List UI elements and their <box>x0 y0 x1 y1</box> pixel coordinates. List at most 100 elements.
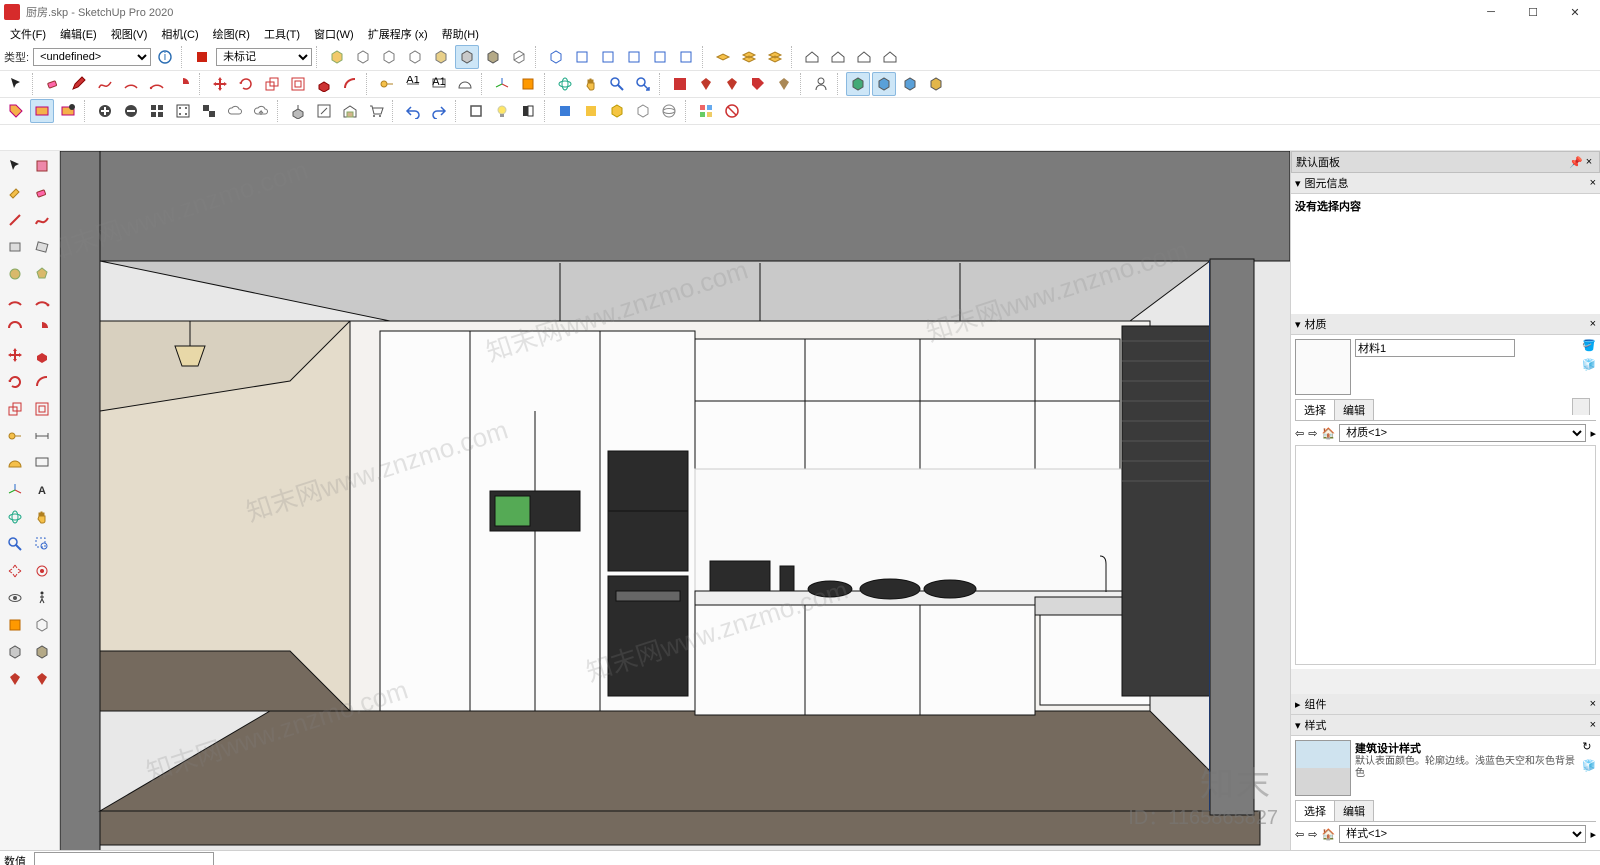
section-icon[interactable] <box>516 72 540 96</box>
box-3-icon[interactable] <box>377 45 401 69</box>
cancel-icon[interactable] <box>720 99 744 123</box>
lt-pushpull-icon[interactable] <box>29 342 55 368</box>
material-swatch[interactable] <box>1295 339 1351 395</box>
eraser-icon[interactable] <box>41 72 65 96</box>
lt-arc-icon[interactable] <box>2 288 28 314</box>
spray-icon[interactable]: 🪣 <box>1582 339 1596 352</box>
layer-1-icon[interactable] <box>711 45 735 69</box>
nav-home-icon[interactable]: 🏠 <box>1321 427 1335 440</box>
lt-boxsolid-icon[interactable] <box>2 639 28 665</box>
lt-tape-icon[interactable] <box>2 423 28 449</box>
style-lib-select[interactable]: 样式<1> <box>1339 825 1586 843</box>
nav-back-icon[interactable]: ⇦ <box>1295 427 1304 440</box>
pan-icon[interactable] <box>579 72 603 96</box>
zoom-extents-icon[interactable] <box>631 72 655 96</box>
arc2-icon[interactable] <box>145 72 169 96</box>
cloud-up-icon[interactable] <box>249 99 273 123</box>
cloud-icon[interactable] <box>223 99 247 123</box>
box-4-icon[interactable] <box>403 45 427 69</box>
sq-outline-icon[interactable] <box>464 99 488 123</box>
nav-fwd-icon[interactable]: ⇨ <box>1308 828 1317 841</box>
pencil-icon[interactable] <box>67 72 91 96</box>
tag-vis-icon[interactable] <box>30 99 54 123</box>
lt-axes-icon[interactable] <box>2 477 28 503</box>
lt-dim-icon[interactable] <box>29 423 55 449</box>
hex-icon[interactable] <box>605 99 629 123</box>
orbit-icon[interactable] <box>553 72 577 96</box>
checker-icon[interactable] <box>197 99 221 123</box>
pin-icon[interactable]: 📌 <box>1569 156 1583 169</box>
lt-look-icon[interactable] <box>2 585 28 611</box>
pattern-icon[interactable] <box>171 99 195 123</box>
dimension-icon[interactable]: A1 <box>401 72 425 96</box>
lt-line-icon[interactable] <box>2 207 28 233</box>
box-5-icon[interactable] <box>429 45 453 69</box>
info-icon[interactable]: i <box>153 45 177 69</box>
view-back-icon[interactable] <box>648 45 672 69</box>
arc-icon[interactable] <box>119 72 143 96</box>
lt-ruby2-icon[interactable] <box>29 666 55 692</box>
style-swatch[interactable] <box>1295 740 1351 796</box>
menu-edit[interactable]: 编辑(E) <box>54 24 103 44</box>
scale2-icon[interactable] <box>312 99 336 123</box>
select-tool-icon[interactable] <box>4 72 28 96</box>
lt-poly-icon[interactable] <box>29 261 55 287</box>
panel-close-icon[interactable]: × <box>1583 156 1595 168</box>
tag-manage-icon[interactable] <box>4 99 28 123</box>
lt-offset-icon[interactable] <box>29 396 55 422</box>
section-close-icon[interactable]: × <box>1590 177 1596 189</box>
style-refresh-icon[interactable]: ↻ <box>1582 740 1596 753</box>
menu-window[interactable]: 窗口(W) <box>308 24 360 44</box>
lt-arc2-icon[interactable] <box>29 288 55 314</box>
tape-icon[interactable] <box>375 72 399 96</box>
contrast-icon[interactable] <box>516 99 540 123</box>
plugin-tag-icon[interactable] <box>746 72 770 96</box>
lt-zoom-icon[interactable] <box>2 531 28 557</box>
lt-boxtex-icon[interactable] <box>29 639 55 665</box>
view-left-icon[interactable] <box>674 45 698 69</box>
lt-zoomwin-icon[interactable] <box>29 531 55 557</box>
lib-menu-icon[interactable]: ▸ <box>1590 828 1596 841</box>
sq-blue-icon[interactable] <box>553 99 577 123</box>
menu-camera[interactable]: 相机(C) <box>155 24 204 44</box>
lt-freehand-icon[interactable] <box>29 207 55 233</box>
box-1-icon[interactable] <box>325 45 349 69</box>
layer-3-icon[interactable] <box>763 45 787 69</box>
house-2-icon[interactable] <box>826 45 850 69</box>
pushpull-icon[interactable] <box>312 72 336 96</box>
material-name-input[interactable] <box>1355 339 1515 357</box>
box-8-icon[interactable] <box>507 45 531 69</box>
hex-outline-icon[interactable] <box>631 99 655 123</box>
lt-walk-icon[interactable] <box>29 585 55 611</box>
globe-icon[interactable] <box>657 99 681 123</box>
lt-orbit-icon[interactable] <box>2 504 28 530</box>
freehand-icon[interactable] <box>93 72 117 96</box>
rotate-icon[interactable] <box>234 72 258 96</box>
lt-boxline-icon[interactable] <box>29 612 55 638</box>
lt-arc3-icon[interactable] <box>2 315 28 341</box>
view-iso-icon[interactable] <box>544 45 568 69</box>
lt-section-icon[interactable] <box>2 612 28 638</box>
box-7-icon[interactable] <box>481 45 505 69</box>
tab-edit[interactable]: 编辑 <box>1334 399 1374 420</box>
plugin-gem2-icon[interactable] <box>720 72 744 96</box>
menu-tools[interactable]: 工具(T) <box>258 24 306 44</box>
components-header[interactable]: ▸ 组件 × <box>1291 694 1600 715</box>
value-input[interactable] <box>34 852 214 865</box>
lt-eraser-icon[interactable] <box>29 180 55 206</box>
minimize-button[interactable]: ─ <box>1470 0 1512 24</box>
viewport[interactable]: 总效图 <box>60 151 1290 850</box>
section-close-icon[interactable]: × <box>1590 318 1596 330</box>
menu-file[interactable]: 文件(F) <box>4 24 52 44</box>
material-lib-select[interactable]: 材质<1> <box>1339 424 1586 442</box>
lib-menu-icon[interactable]: ▸ <box>1590 427 1596 440</box>
lt-pie-icon[interactable] <box>29 315 55 341</box>
grid-icon[interactable] <box>145 99 169 123</box>
bulb-icon[interactable] <box>490 99 514 123</box>
maximize-button[interactable]: ☐ <box>1512 0 1554 24</box>
tag-color-icon[interactable] <box>190 45 214 69</box>
house-1-icon[interactable] <box>800 45 824 69</box>
menu-view[interactable]: 视图(V) <box>105 24 154 44</box>
sq-yellow-icon[interactable] <box>579 99 603 123</box>
protractor-icon[interactable] <box>453 72 477 96</box>
